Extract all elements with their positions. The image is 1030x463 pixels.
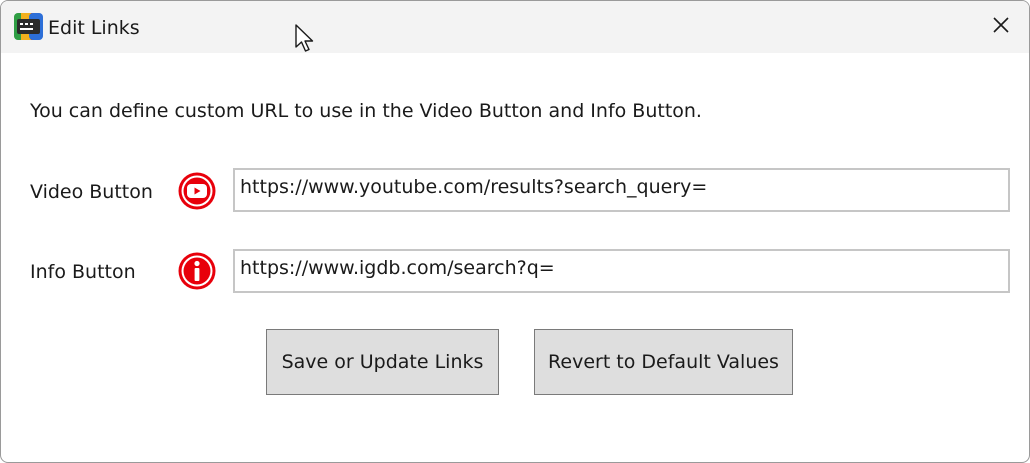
window-title: Edit Links [48,17,140,39]
info-url-input[interactable]: https://www.igdb.com/search?q= [233,249,1010,293]
info-icon [177,251,217,291]
edit-links-dialog: Edit Links You can define custom URL to … [0,0,1030,463]
save-links-button[interactable]: Save or Update Links [266,329,499,395]
info-button-label: Info Button [30,261,136,283]
video-url-input[interactable]: https://www.youtube.com/results?search_q… [233,168,1010,212]
youtube-icon [177,171,217,211]
video-button-label: Video Button [30,181,153,203]
mouse-cursor-icon [295,24,317,54]
title-bar[interactable]: Edit Links [1,1,1029,53]
close-button[interactable] [973,1,1029,53]
revert-defaults-button[interactable]: Revert to Default Values [534,329,793,395]
close-icon [993,17,1009,37]
app-logo-icon [14,13,43,40]
description-text: You can define custom URL to use in the … [30,100,702,122]
